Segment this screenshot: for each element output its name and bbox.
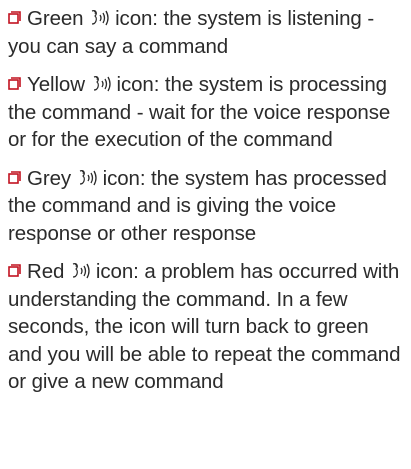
color-word: Green: [27, 7, 84, 30]
voice-command-icon: [71, 261, 94, 281]
color-word: Red: [27, 260, 65, 283]
list-item-green: Green icon: the system is listening - yo…: [8, 5, 408, 60]
item-text: icon: a problem has occurred with unders…: [8, 260, 401, 393]
voice-command-icon: [92, 74, 115, 94]
square-bullet-icon: [8, 11, 21, 24]
square-bullet-icon: [8, 170, 21, 184]
list-item-red: Red icon: a problem has occurred with un…: [8, 258, 408, 396]
list-item-grey: Grey icon: the system has processed the …: [8, 165, 408, 248]
square-bullet-icon: [8, 77, 21, 90]
voice-command-icon: [78, 168, 101, 188]
instruction-list: Green icon: the system is listening - yo…: [8, 5, 408, 407]
color-word: Grey: [27, 166, 72, 190]
color-word: Yellow: [27, 73, 85, 96]
square-bullet-icon: [8, 264, 21, 277]
list-item-yellow: Yellow icon: the system is processing th…: [8, 71, 408, 154]
voice-command-icon: [90, 8, 113, 28]
